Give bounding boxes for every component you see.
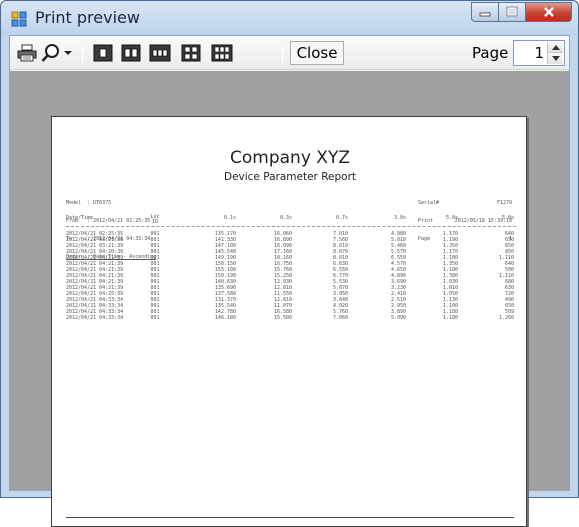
printer-icon[interactable] <box>16 43 38 63</box>
page-down-button[interactable] <box>548 53 563 64</box>
col-header: 5.0s <box>445 215 458 221</box>
chevron-down-icon[interactable] <box>62 43 74 63</box>
col-header: 3.0s <box>393 215 406 221</box>
meta-serial-value: F1279 <box>496 200 512 206</box>
preview-toolbar: Close Page 1 <box>10 36 569 70</box>
minimize-icon <box>479 12 491 17</box>
table-cell: 146.180 <box>214 315 236 321</box>
meta-model: Model : DT6375 <box>66 200 112 206</box>
footer-divider <box>66 517 514 518</box>
table-cell: 001 <box>150 315 160 321</box>
magnifier-icon[interactable] <box>40 43 62 63</box>
table-header: Date/Time Loc ID 0.1s 0.3s 0.7s 3.0s 5.0… <box>66 215 516 227</box>
page-spin-buttons <box>547 42 563 64</box>
two-pages-icon[interactable] <box>120 43 142 63</box>
col-header: 0.1s <box>223 215 236 221</box>
meta-serial-label: Serial# <box>418 200 440 206</box>
app-window-icon <box>11 11 27 27</box>
table-cell: 5.090 <box>390 315 406 321</box>
chevron-up-icon <box>551 44 560 50</box>
caption-buttons <box>471 2 572 22</box>
maximize-button[interactable] <box>499 2 526 22</box>
table-row: 2012/04/21 04:33:34 001 146.180 15.500 7.060… <box>66 315 516 321</box>
table-cell: 7.060 <box>332 315 348 321</box>
report-table: Date/Time Loc ID 0.1s 0.3s 0.7s 3.0s 5.0… <box>66 215 516 321</box>
table-cell: 1.260 <box>498 315 514 321</box>
col-header: 0.3s <box>279 215 292 221</box>
company-name: Company XYZ <box>230 148 350 168</box>
col-header: Loc ID <box>150 214 160 225</box>
table-cell: 15.500 <box>273 315 292 321</box>
col-header: 5.0s <box>501 215 514 221</box>
col-header: 0.7s <box>335 215 348 221</box>
client-area: Close Page 1 Company XYZ Device Paramete… <box>9 35 570 527</box>
table-cell: 1.180 <box>442 315 458 321</box>
toolbar-separator <box>282 42 283 64</box>
col-header: Date/Time <box>66 215 94 221</box>
close-icon <box>543 7 554 17</box>
maximize-icon <box>506 6 518 17</box>
four-pages-icon[interactable] <box>180 43 202 63</box>
title-bar[interactable]: Print preview <box>1 1 578 35</box>
print-preview-window: Print preview Close Page 1 Company XYZ D… <box>0 0 579 527</box>
table-body: 2012/04/21 02:25:35 001 135.170 16.060 7.010… <box>66 227 516 321</box>
chevron-down-icon <box>551 56 560 61</box>
one-page-icon[interactable] <box>92 43 114 63</box>
toolbar-separator <box>82 42 83 64</box>
page-label: Page <box>472 44 509 62</box>
close-window-button[interactable] <box>526 2 572 22</box>
preview-viewport[interactable]: Company XYZ Device Parameter Report Mode… <box>10 71 569 527</box>
report-subtitle: Device Parameter Report <box>223 171 357 183</box>
window-title: Print preview <box>35 8 140 27</box>
page-number-value[interactable]: 1 <box>534 44 544 62</box>
close-button[interactable]: Close <box>290 41 344 65</box>
minimize-button[interactable] <box>471 2 499 22</box>
report-page: Company XYZ Device Parameter Report Mode… <box>51 116 527 527</box>
table-cell: 2012/04/21 04:33:34 <box>66 315 124 321</box>
six-pages-icon[interactable] <box>210 43 234 63</box>
three-pages-icon[interactable] <box>148 43 172 63</box>
page-number-stepper[interactable]: 1 <box>513 40 565 66</box>
page-up-button[interactable] <box>548 42 563 53</box>
